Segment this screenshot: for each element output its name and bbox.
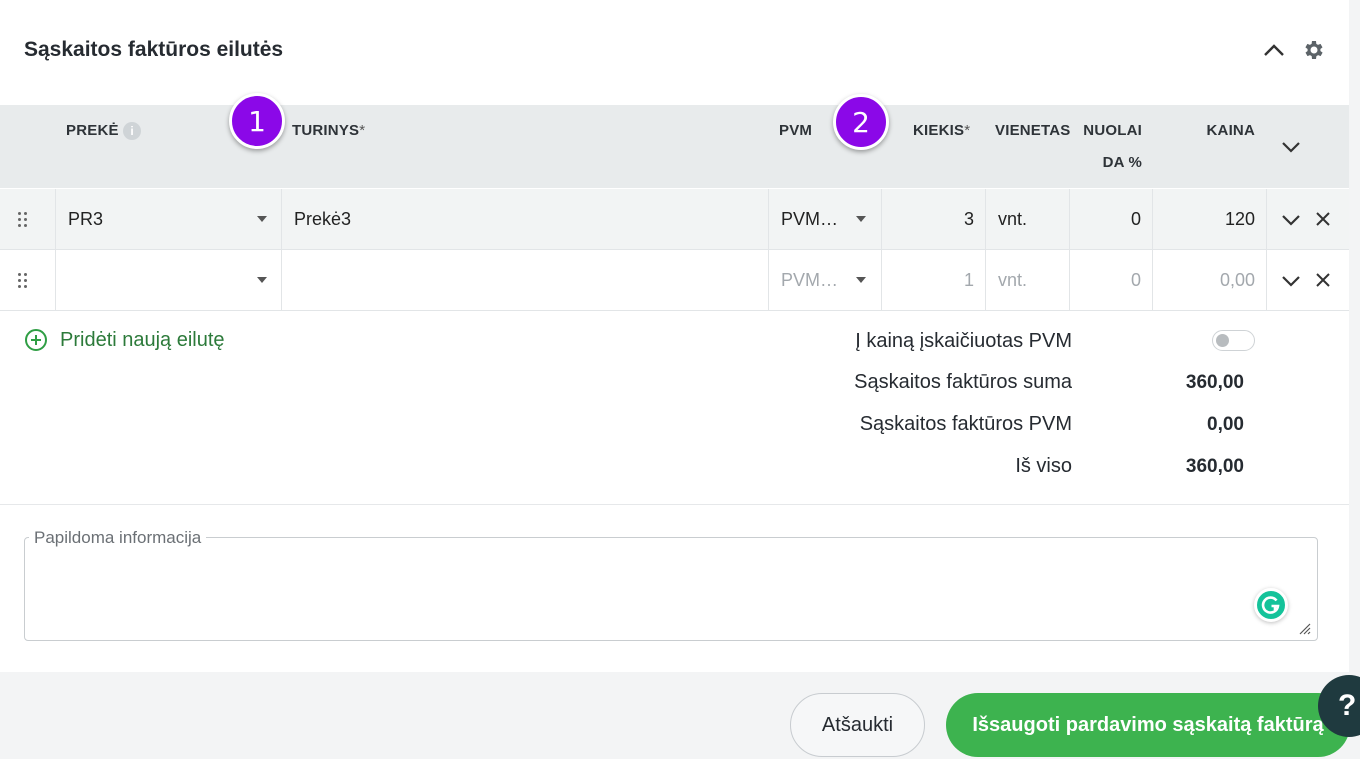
content-input[interactable]: Prekė3: [281, 189, 769, 249]
grammarly-icon[interactable]: [1254, 588, 1288, 622]
product-select[interactable]: PR3: [55, 189, 282, 249]
column-header-turinys: TURINYS*: [292, 122, 366, 139]
chevron-down-icon[interactable]: [1279, 207, 1303, 231]
dropdown-caret-icon: [856, 216, 866, 222]
dropdown-caret-icon: [856, 277, 866, 283]
table-row: PVM… 1 vnt. 0 0,00: [0, 250, 1349, 311]
chevron-up-icon[interactable]: [1260, 36, 1288, 64]
quantity-input[interactable]: 3: [881, 189, 986, 249]
dropdown-caret-icon: [257, 277, 267, 283]
price-input[interactable]: 0,00: [1152, 250, 1267, 310]
dropdown-caret-icon: [257, 216, 267, 222]
column-header-kiekis: KIEKIS*: [913, 122, 971, 139]
invoice-lines-card: Sąskaitos faktūros eilutės PREKĖ i TURIN…: [0, 0, 1349, 672]
discount-input[interactable]: 0: [1069, 250, 1153, 310]
chevron-down-icon[interactable]: [1279, 268, 1303, 292]
product-select[interactable]: [55, 250, 282, 310]
vat-included-toggle[interactable]: [1212, 330, 1255, 351]
invoice-sum-value: 360,00: [1185, 372, 1244, 393]
content-value: Prekė3: [294, 208, 352, 229]
close-icon[interactable]: [1311, 268, 1335, 292]
step-badge-2: 2: [833, 94, 889, 150]
resize-handle-icon[interactable]: [1297, 621, 1311, 635]
add-row-label: Pridėti naują eilutę: [60, 328, 225, 351]
column-header-kaina: KAINA: [1206, 122, 1255, 139]
product-value: PR3: [68, 208, 104, 229]
additional-info-label: Papildoma informacija: [29, 528, 207, 548]
toggle-knob: [1216, 334, 1229, 347]
additional-info-textarea[interactable]: [24, 537, 1318, 641]
drag-handle-icon[interactable]: [17, 271, 29, 291]
invoice-sum-label: Sąskaitos faktūros suma: [854, 371, 1072, 393]
vat-select[interactable]: PVM…: [768, 250, 882, 310]
drag-handle-icon[interactable]: [17, 210, 29, 230]
price-input[interactable]: 120: [1152, 189, 1267, 249]
invoice-total-value: 360,00: [1185, 456, 1244, 477]
column-header-pvm: PVM: [779, 122, 813, 139]
vat-value: PVM…: [781, 208, 839, 229]
column-header-preke: PREKĖ: [66, 122, 119, 139]
vat-select[interactable]: PVM…: [768, 189, 882, 249]
quantity-input[interactable]: 1: [881, 250, 986, 310]
chevron-down-icon[interactable]: [1281, 140, 1301, 158]
discount-input[interactable]: 0: [1069, 189, 1153, 249]
plus-circle-icon: [25, 329, 47, 351]
step-badge-1: 1: [229, 93, 285, 149]
info-icon[interactable]: i: [123, 122, 141, 140]
column-header-nuolaida: NUOLAI DA %: [1083, 122, 1142, 171]
gear-icon[interactable]: [1300, 36, 1328, 64]
close-icon[interactable]: [1311, 207, 1335, 231]
invoice-vat-value: 0,00: [1207, 414, 1244, 435]
add-row-button[interactable]: Pridėti naują eilutę: [24, 328, 225, 352]
table-header: PREKĖ i TURINYS* PVM KIEKIS* VIENETAS NU…: [0, 105, 1349, 188]
invoice-total-label: Iš viso: [1015, 455, 1072, 477]
divider: [0, 504, 1349, 505]
save-invoice-button[interactable]: Išsaugoti pardavimo sąskaitą faktūrą: [946, 693, 1350, 757]
unit-input[interactable]: vnt.: [985, 189, 1070, 249]
vat-included-label: Į kainą įskaičiuotas PVM: [855, 330, 1072, 352]
unit-input[interactable]: vnt.: [985, 250, 1070, 310]
invoice-vat-label: Sąskaitos faktūros PVM: [859, 413, 1072, 435]
table-row: PR3 Prekė3 PVM… 3 vnt. 0 120: [0, 189, 1349, 250]
cancel-button[interactable]: Atšaukti: [790, 693, 925, 757]
content-input[interactable]: [281, 250, 769, 310]
section-title: Sąskaitos faktūros eilutės: [24, 38, 284, 61]
column-header-vienetas: VIENETAS: [995, 122, 1070, 139]
